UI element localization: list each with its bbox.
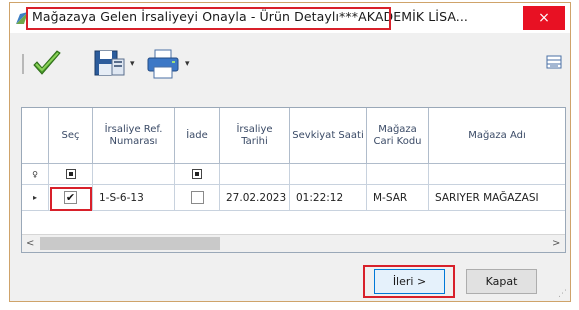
- window-title: Mağazaya Gelen İrsaliyeyi Onayla - Ürün …: [32, 9, 468, 24]
- cell-waybill-date[interactable]: 27.02.2023: [220, 185, 290, 211]
- header-indicator: [22, 108, 49, 164]
- approve-check-icon[interactable]: [30, 47, 64, 81]
- filter-waybill-date[interactable]: [220, 164, 290, 185]
- window-title-suffix: ***AKADEMİK LİSA...: [339, 9, 469, 24]
- filter-sec[interactable]: [49, 164, 93, 185]
- print-icon[interactable]: [146, 47, 180, 81]
- header-sec[interactable]: Seç: [49, 108, 93, 164]
- filter-sec-checkbox[interactable]: [65, 169, 76, 179]
- current-row-icon: ▸: [32, 193, 37, 202]
- filter-store-code[interactable]: [367, 164, 429, 185]
- header-waybill-ref[interactable]: İrsaliye Ref. Numarası: [93, 108, 175, 164]
- header-shipment-time[interactable]: Sevkiyat Saati: [290, 108, 367, 164]
- cell-shipment-time[interactable]: 01:22:12: [290, 185, 367, 211]
- scroll-left-icon[interactable]: <: [26, 238, 34, 249]
- filter-icon: ♀: [32, 169, 38, 179]
- close-button[interactable]: Kapat: [466, 269, 537, 294]
- filter-store-name[interactable]: [429, 164, 565, 185]
- print-dropdown-icon[interactable]: ▾: [185, 59, 190, 69]
- select-row-checkbox[interactable]: ✔: [64, 191, 77, 204]
- iade-checkbox[interactable]: [190, 191, 204, 204]
- filter-iade[interactable]: [175, 164, 220, 185]
- header-waybill-date[interactable]: İrsaliye Tarihi: [220, 108, 290, 164]
- filter-shipment-time[interactable]: [290, 164, 367, 185]
- app-icon: [16, 12, 28, 24]
- horizontal-scrollbar[interactable]: < >: [22, 234, 565, 252]
- save-icon[interactable]: [92, 47, 126, 81]
- header-store-code[interactable]: Mağaza Cari Kodu: [367, 108, 429, 164]
- cell-store-name[interactable]: SARIYER MAĞAZASI: [429, 185, 565, 211]
- title-bar[interactable]: Mağazaya Gelen İrsaliyeyi Onayla - Ürün …: [10, 3, 570, 33]
- cell-store-code[interactable]: M-SAR: [367, 185, 429, 211]
- cell-sec[interactable]: ✔: [49, 185, 93, 211]
- next-button[interactable]: İleri >: [374, 269, 445, 294]
- column-chooser-icon[interactable]: [546, 54, 562, 70]
- table-row[interactable]: ▸ ✔ 1-S-6-13 27.02.2023 01:22:12 M-SAR S…: [22, 185, 565, 211]
- cell-waybill-ref[interactable]: 1-S-6-13: [93, 185, 175, 211]
- header-store-name[interactable]: Mağaza Adı: [429, 108, 565, 164]
- header-iade[interactable]: İade: [175, 108, 220, 164]
- resize-grip-icon[interactable]: ⋰: [558, 289, 567, 299]
- close-window-button[interactable]: ×: [523, 6, 565, 30]
- save-dropdown-icon[interactable]: ▾: [130, 59, 135, 69]
- filter-row: ♀: [22, 164, 565, 185]
- waybill-grid: Seç İrsaliye Ref. Numarası İade İrsaliye…: [21, 107, 566, 253]
- scrollbar-thumb[interactable]: [40, 237, 220, 250]
- filter-iade-checkbox[interactable]: [192, 169, 202, 179]
- approve-waybill-window: Mağazaya Gelen İrsaliyeyi Onayla - Ürün …: [9, 2, 571, 302]
- row-indicator: ▸: [22, 185, 49, 211]
- toolbar: ▾ ▾: [10, 41, 570, 83]
- cell-iade[interactable]: [175, 185, 220, 211]
- window-title-main: Mağazaya Gelen İrsaliyeyi Onayla - Ürün …: [32, 9, 340, 24]
- toolbar-separator: [22, 54, 24, 74]
- filter-waybill-ref[interactable]: [93, 164, 175, 185]
- filter-row-indicator: ♀: [22, 164, 49, 185]
- scroll-right-icon[interactable]: >: [552, 238, 560, 249]
